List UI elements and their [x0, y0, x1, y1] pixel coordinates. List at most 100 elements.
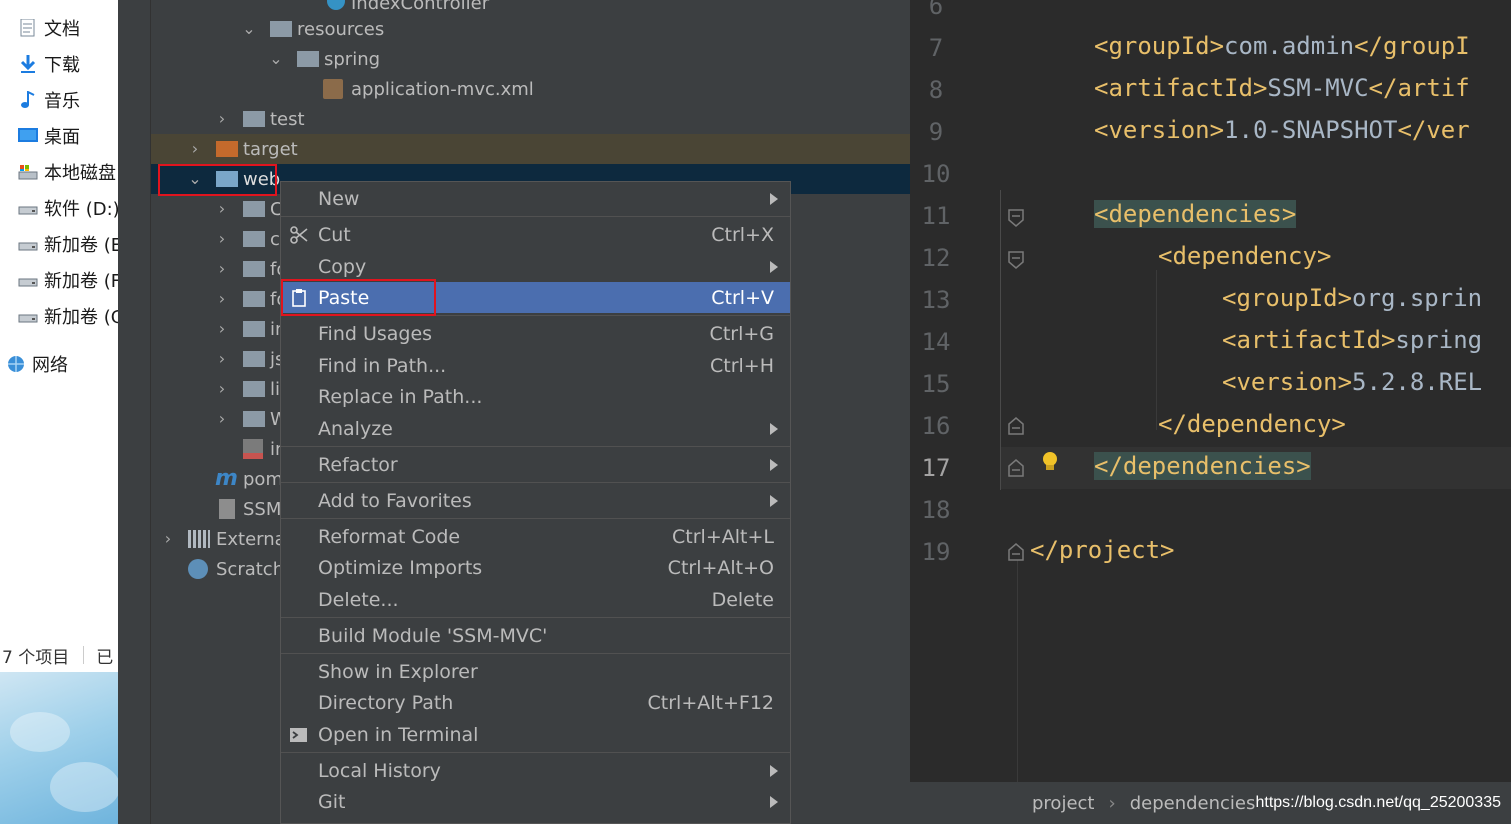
- code-line-11: <dependencies>: [1094, 200, 1297, 228]
- tree-item-label: IndexController: [351, 0, 490, 14]
- desktop-background: [0, 672, 118, 824]
- tree-item-label: SSM: [243, 498, 282, 520]
- tree-item-label: spring: [324, 48, 381, 70]
- code-line-7: <groupId>com.admin</groupI: [1094, 32, 1470, 60]
- spring-xml-icon: [323, 79, 343, 99]
- explorer-item-local-disk[interactable]: 本地磁盘: [0, 155, 118, 189]
- explorer-item-downloads[interactable]: 下载: [0, 47, 118, 81]
- code-line-16: </dependency>: [1158, 410, 1346, 438]
- chevron-right-icon: ›: [218, 199, 226, 218]
- explorer-item-label: 文档: [44, 19, 80, 40]
- menu-item-label: Analyze: [318, 417, 393, 440]
- status-extra: 已: [96, 647, 114, 668]
- explorer-status-bar: 7 个项目 已: [0, 640, 118, 670]
- menu-item-label: Find in Path...: [318, 354, 447, 377]
- menu-item-open-in-terminal[interactable]: Open in Terminal: [281, 719, 790, 750]
- tree-item-label: li: [270, 378, 281, 400]
- tree-item-label: Externa: [216, 528, 286, 550]
- menu-separator: [281, 518, 790, 519]
- submenu-arrow-icon: [770, 795, 778, 808]
- menu-item-add-to-favorites[interactable]: Add to Favorites: [281, 485, 790, 516]
- submenu-arrow-icon: [770, 422, 778, 435]
- menu-item-label: Local History: [318, 759, 441, 782]
- explorer-item-desktop[interactable]: 桌面: [0, 119, 118, 153]
- breadcrumb-item[interactable]: project: [1032, 793, 1094, 814]
- submenu-arrow-icon: [770, 458, 778, 471]
- explorer-item-drive-d[interactable]: 软件 (D:): [0, 191, 118, 225]
- menu-item-directory-path[interactable]: Directory Path Ctrl+Alt+F12: [281, 687, 790, 718]
- folder-icon: [243, 111, 265, 127]
- tree-item-resources[interactable]: ⌄ resources: [151, 14, 910, 44]
- drive-icon: [18, 314, 38, 323]
- explorer-item-drive-f[interactable]: 新加卷 (F: [0, 263, 118, 297]
- chevron-down-icon: ⌄: [269, 49, 283, 68]
- menu-item-cut[interactable]: Cut Ctrl+X: [281, 219, 790, 250]
- folder-icon: [243, 231, 265, 247]
- folder-icon: [243, 321, 265, 337]
- menu-item-label: Show in Explorer: [318, 660, 478, 683]
- menu-separator: [281, 617, 790, 618]
- tree-item-test[interactable]: › test: [151, 104, 910, 134]
- menu-item-refactor[interactable]: Refactor: [281, 449, 790, 480]
- menu-item-optimize-imports[interactable]: Optimize Imports Ctrl+Alt+O: [281, 552, 790, 583]
- code-line-15: <version>5.2.8.REL: [1222, 368, 1483, 396]
- folder-icon: [243, 381, 265, 397]
- explorer-item-drive-g[interactable]: 新加卷 (G: [0, 299, 118, 333]
- tree-item-spring[interactable]: ⌄ spring: [151, 44, 910, 74]
- explorer-item-drive-e[interactable]: 新加卷 (E: [0, 227, 118, 261]
- menu-item-label: Cut: [318, 223, 351, 246]
- excluded-folder-icon: [216, 141, 238, 157]
- menu-item-build-module[interactable]: Build Module 'SSM-MVC': [281, 620, 790, 651]
- line-number: 9: [928, 118, 944, 146]
- tree-item-label: pom: [243, 468, 283, 490]
- music-icon: [21, 91, 35, 108]
- menu-item-analyze[interactable]: Analyze: [281, 413, 790, 444]
- drive-icon: [18, 278, 38, 287]
- tree-item-target[interactable]: › target: [151, 134, 910, 164]
- menu-item-label: Find Usages: [318, 322, 433, 345]
- menu-item-find-usages[interactable]: Find Usages Ctrl+G: [281, 318, 790, 349]
- download-icon: [20, 55, 36, 73]
- iml-file-icon: [219, 499, 235, 519]
- menu-item-delete[interactable]: Delete... Delete: [281, 584, 790, 615]
- explorer-item-music[interactable]: 音乐: [0, 83, 118, 117]
- menu-item-replace-in-path[interactable]: Replace in Path...: [281, 381, 790, 412]
- local-disk-icon: [18, 165, 38, 180]
- menu-item-find-in-path[interactable]: Find in Path... Ctrl+H: [281, 350, 790, 381]
- menu-item-git[interactable]: Git: [281, 786, 790, 817]
- menu-item-label: Refactor: [318, 453, 398, 476]
- libraries-icon: [188, 530, 210, 548]
- scissors-icon: [290, 225, 308, 244]
- tree-item-application-mvc-xml[interactable]: application-mvc.xml: [151, 74, 910, 104]
- menu-item-new[interactable]: New: [281, 183, 790, 214]
- code-line-19: </project>: [1030, 536, 1175, 564]
- menu-item-reformat-code[interactable]: Reformat Code Ctrl+Alt+L: [281, 521, 790, 552]
- menu-item-copy[interactable]: Copy: [281, 251, 790, 282]
- item-count: 7 个项目: [2, 647, 70, 668]
- explorer-item-label: 下载: [44, 55, 80, 76]
- menu-separator: [281, 752, 790, 753]
- code-editor[interactable]: 6 7 8 9 10 11 12 13 14 15 16 17 18 19 <g…: [910, 0, 1511, 782]
- menu-separator: [281, 482, 790, 483]
- explorer-item-network[interactable]: 网络: [0, 347, 118, 381]
- menu-separator: [281, 216, 790, 217]
- breadcrumb-item[interactable]: dependencies: [1130, 793, 1256, 814]
- line-number: 18: [921, 496, 951, 524]
- explorer-item-documents[interactable]: 文档: [0, 11, 118, 45]
- explorer-item-label: 新加卷 (E: [44, 235, 118, 256]
- submenu-arrow-icon: [770, 192, 778, 205]
- explorer-item-label: 新加卷 (G: [44, 307, 118, 328]
- tree-item-label: resources: [297, 18, 385, 40]
- gutter-divider: [1000, 190, 1001, 490]
- menu-item-show-in-explorer[interactable]: Show in Explorer: [281, 656, 790, 687]
- menu-item-shortcut: Ctrl+X: [711, 223, 774, 246]
- explorer-item-label: 音乐: [44, 91, 80, 112]
- chevron-down-icon: ⌄: [242, 19, 256, 38]
- menu-item-shortcut: Ctrl+Alt+L: [672, 525, 774, 548]
- menu-item-local-history[interactable]: Local History: [281, 755, 790, 786]
- explorer-item-label: 新加卷 (F: [44, 271, 118, 292]
- folder-icon: [243, 351, 265, 367]
- chevron-right-icon: ›: [218, 379, 226, 398]
- line-number: 6: [928, 0, 944, 20]
- lightbulb-icon[interactable]: [1040, 450, 1060, 474]
